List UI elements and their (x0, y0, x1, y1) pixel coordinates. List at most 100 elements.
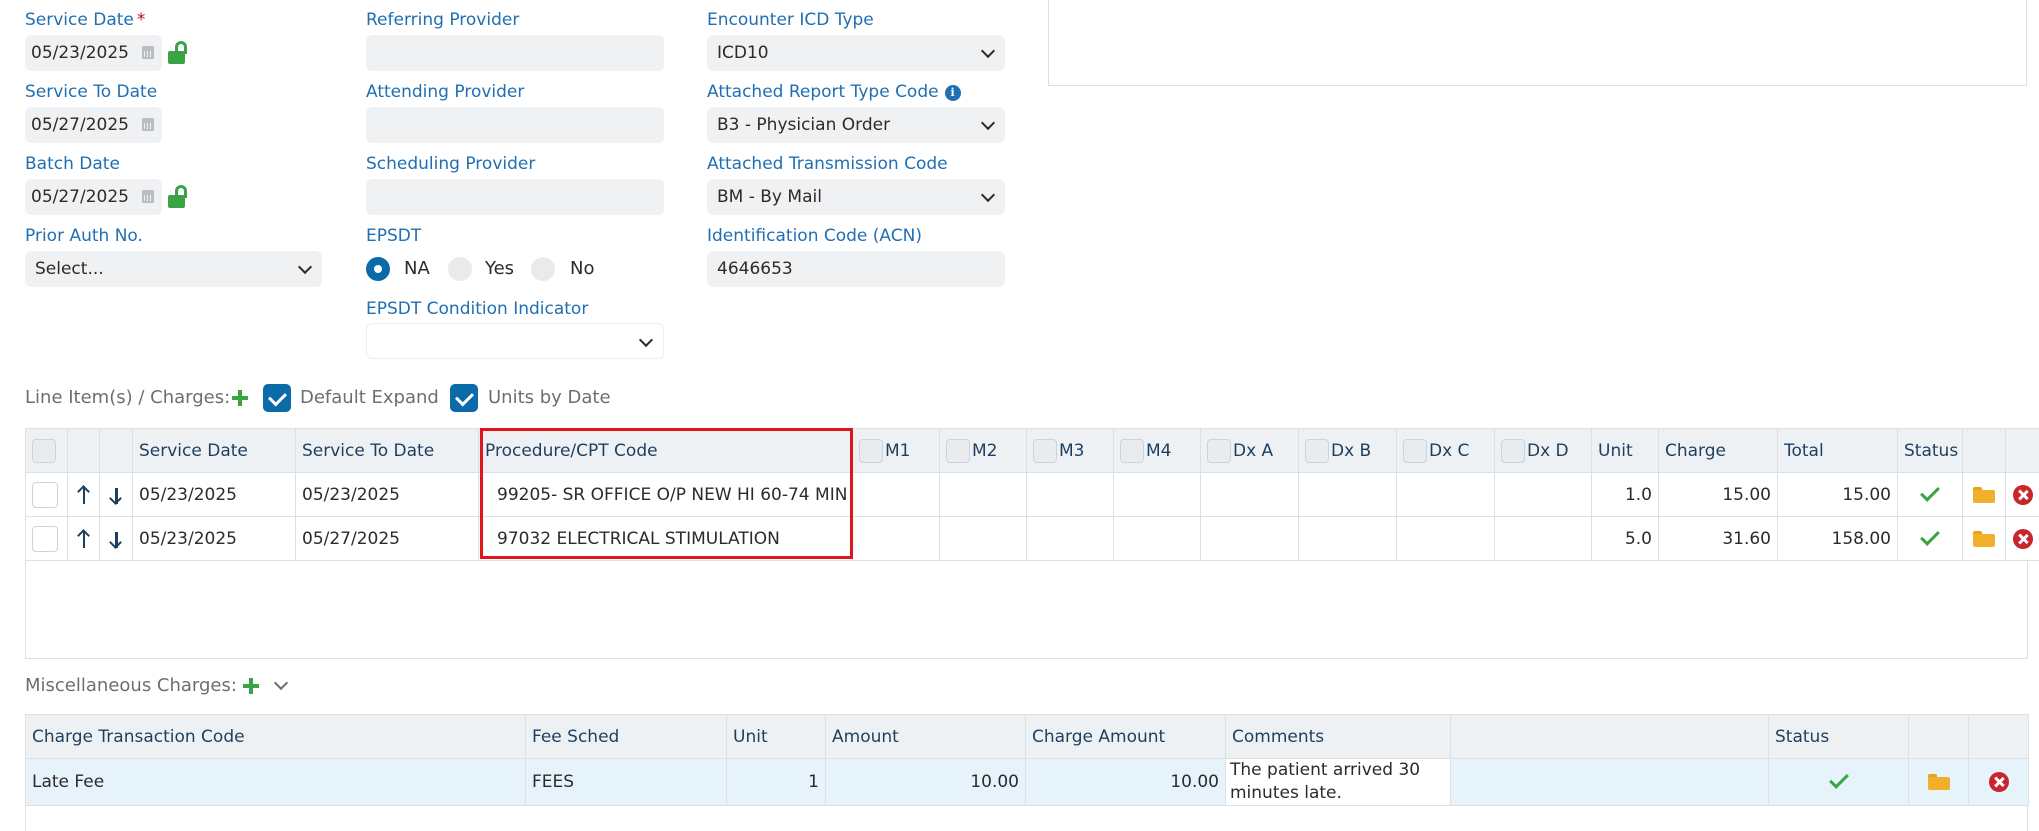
row-charge[interactable]: 15.00 (1658, 472, 1778, 517)
epsdt-na-radio[interactable] (366, 257, 390, 281)
calendar-icon[interactable] (142, 190, 154, 203)
scheduling-provider-label: Scheduling Provider (366, 154, 536, 174)
epsdt-yes-radio[interactable] (448, 257, 472, 281)
status-ok-icon (1920, 525, 1940, 546)
col-amount[interactable]: Amount (825, 714, 1026, 759)
misc-header-row: Charge Transaction Code Fee Sched Unit A… (25, 714, 2029, 759)
unlock-icon[interactable] (168, 41, 188, 65)
misc-row-unit[interactable]: 1 (726, 758, 826, 806)
row-service-to-date[interactable]: 05/27/2025 (295, 516, 479, 561)
col-m3: M3 (1026, 428, 1114, 473)
notes-panel (1048, 0, 2027, 86)
col-service-to-date[interactable]: Service To Date (295, 428, 479, 473)
col-fee-sched[interactable]: Fee Sched (525, 714, 727, 759)
row-service-to-date[interactable]: 05/23/2025 (295, 472, 479, 517)
col-unit[interactable]: Unit (726, 714, 826, 759)
row-service-date[interactable]: 05/23/2025 (132, 472, 296, 517)
dx-c-checkbox[interactable] (1403, 438, 1427, 463)
service-to-date-input[interactable]: 05/27/2025 (25, 107, 162, 143)
misc-row-amount[interactable]: 10.00 (825, 758, 1026, 806)
epsdt-na-label: NA (404, 258, 430, 279)
epsdt-no-radio[interactable] (531, 257, 555, 281)
m1-checkbox[interactable] (859, 438, 883, 463)
m2-checkbox[interactable] (946, 438, 970, 463)
calendar-icon[interactable] (142, 118, 154, 131)
col-charge-amount[interactable]: Charge Amount (1025, 714, 1226, 759)
default-expand-checkbox[interactable] (263, 384, 291, 412)
calendar-icon[interactable] (142, 46, 154, 59)
misc-row-code[interactable]: Late Fee (25, 758, 526, 806)
row-service-date[interactable]: 05/23/2025 (132, 516, 296, 561)
col-unit[interactable]: Unit (1591, 428, 1659, 473)
col-status[interactable]: Status (1768, 714, 1909, 759)
table-row[interactable]: Late Fee FEES 1 10.00 10.00 The patient … (25, 758, 2029, 806)
m4-checkbox[interactable] (1120, 438, 1144, 463)
line-items-section-label: Line Item(s) / Charges: (25, 387, 231, 408)
move-up-icon[interactable] (77, 529, 91, 549)
row-checkbox[interactable] (32, 481, 58, 508)
epsdt-no-label: No (570, 258, 595, 279)
folder-icon[interactable] (1973, 530, 1995, 547)
move-down-icon[interactable] (109, 529, 123, 549)
col-service-date[interactable]: Service Date (132, 428, 296, 473)
identification-code-input[interactable]: 4646653 (707, 251, 1005, 287)
move-up-icon[interactable] (77, 485, 91, 505)
table-row[interactable]: 05/23/2025 05/27/2025 97032 ELECTRICAL S… (25, 516, 2039, 561)
add-line-item-icon[interactable] (232, 390, 248, 406)
row-unit[interactable]: 1.0 (1591, 472, 1659, 517)
identification-code-label: Identification Code (ACN) (707, 226, 922, 246)
col-charge[interactable]: Charge (1658, 428, 1778, 473)
col-total[interactable]: Total (1777, 428, 1898, 473)
select-all-checkbox[interactable] (32, 438, 56, 463)
select-all-cell (25, 428, 68, 473)
row-checkbox[interactable] (32, 525, 58, 552)
move-down-icon[interactable] (109, 485, 123, 505)
folder-icon[interactable] (1973, 486, 1995, 503)
row-procedure-code[interactable]: 97032 ELECTRICAL STIMULATION (478, 516, 853, 561)
row-charge[interactable]: 31.60 (1658, 516, 1778, 561)
epsdt-yes-label: Yes (485, 258, 515, 279)
delete-icon[interactable] (2013, 484, 2033, 505)
misc-row-fee-sched[interactable]: FEES (525, 758, 727, 806)
unlock-icon[interactable] (168, 185, 188, 209)
attending-provider-input[interactable] (366, 107, 664, 143)
misc-row-charge-amount[interactable]: 10.00 (1025, 758, 1226, 806)
service-to-date-label: Service To Date (25, 82, 158, 102)
epsdt-condition-select[interactable] (366, 323, 664, 359)
prior-auth-select[interactable]: Select... (25, 251, 322, 287)
col-charge-transaction-code[interactable]: Charge Transaction Code (25, 714, 526, 759)
service-date-input[interactable]: 05/23/2025 (25, 35, 162, 71)
default-expand-label: Default Expand (300, 387, 439, 408)
encounter-icd-type-select[interactable]: ICD10 (707, 35, 1005, 71)
col-m4: M4 (1113, 428, 1201, 473)
delete-icon[interactable] (1988, 772, 2009, 792)
dx-b-checkbox[interactable] (1305, 438, 1329, 463)
col-procedure-code[interactable]: Procedure/CPT Code (478, 428, 853, 473)
col-dx-b: Dx B (1298, 428, 1397, 473)
col-comments[interactable]: Comments (1225, 714, 1451, 759)
line-items-table: Service Date Service To Date Procedure/C… (25, 428, 2039, 561)
chevron-down-icon[interactable] (273, 675, 289, 691)
chevron-down-icon (980, 115, 996, 131)
attached-transmission-select[interactable]: BM - By Mail (707, 179, 1005, 215)
col-m1: M1 (852, 428, 940, 473)
dx-a-checkbox[interactable] (1207, 438, 1231, 463)
referring-provider-input[interactable] (366, 35, 664, 71)
table-row[interactable]: 05/23/2025 05/23/2025 99205- SR OFFICE O… (25, 472, 2039, 517)
attending-provider-label: Attending Provider (366, 82, 525, 102)
misc-charges-table: Charge Transaction Code Fee Sched Unit A… (25, 714, 2029, 806)
info-icon[interactable]: i (944, 85, 961, 101)
misc-row-comments[interactable]: The patient arrived 30 minutes late. (1225, 758, 1451, 806)
folder-icon[interactable] (1927, 774, 1950, 790)
col-status[interactable]: Status (1897, 428, 1963, 473)
batch-date-input[interactable]: 05/27/2025 (25, 179, 162, 215)
scheduling-provider-input[interactable] (366, 179, 664, 215)
row-procedure-code[interactable]: 99205- SR OFFICE O/P NEW HI 60-74 MIN (478, 472, 853, 517)
row-unit[interactable]: 5.0 (1591, 516, 1659, 561)
delete-icon[interactable] (2013, 528, 2033, 549)
m3-checkbox[interactable] (1033, 438, 1057, 463)
attached-report-type-select[interactable]: B3 - Physician Order (707, 107, 1005, 143)
add-misc-charge-icon[interactable] (243, 678, 259, 694)
units-by-date-checkbox[interactable] (450, 384, 478, 412)
dx-d-checkbox[interactable] (1501, 438, 1525, 463)
